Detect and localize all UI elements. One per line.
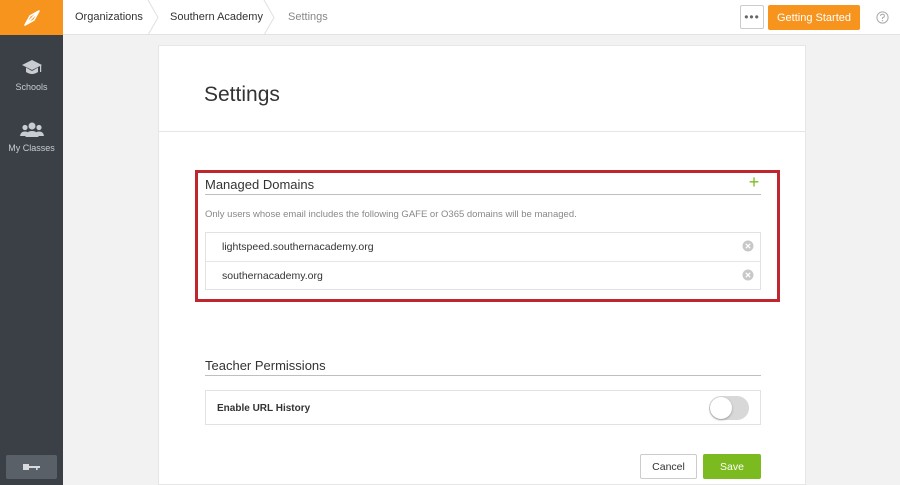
toggle-knob (710, 397, 732, 419)
page-title: Settings (204, 83, 280, 106)
section-rule (205, 194, 761, 195)
help-icon[interactable] (876, 11, 889, 24)
add-domain-icon[interactable]: + (746, 173, 762, 191)
top-bar: Organizations Southern Academy Settings … (63, 0, 900, 35)
managed-domains-title: Managed Domains (205, 177, 315, 192)
title-divider (159, 131, 805, 132)
users-icon (19, 122, 44, 137)
sidebar-item-schools[interactable]: Schools (0, 58, 63, 92)
domain-text: lightspeed.southernacademy.org (222, 241, 374, 253)
app-logo[interactable] (0, 0, 63, 35)
more-options-button[interactable]: ••• (740, 5, 764, 29)
sidebar-item-label: My Classes (8, 143, 55, 153)
sidebar-key-button[interactable] (6, 455, 57, 479)
managed-domains-hint: Only users whose email includes the foll… (205, 209, 577, 220)
url-history-label: Enable URL History (217, 403, 311, 414)
url-history-toggle[interactable] (709, 396, 749, 420)
sidebar-item-my-classes[interactable]: My Classes (0, 121, 63, 153)
list-item: lightspeed.southernacademy.org (206, 233, 760, 261)
breadcrumb-settings: Settings (288, 11, 328, 23)
sidebar-item-label: Schools (15, 82, 48, 92)
key-icon (22, 464, 40, 470)
section-rule (205, 375, 761, 376)
graduation-cap-icon (21, 60, 42, 74)
breadcrumb-organizations[interactable]: Organizations (75, 0, 143, 35)
breadcrumb-separator-icon (263, 0, 275, 35)
compass-logo-icon (23, 9, 40, 26)
remove-domain-icon[interactable] (742, 240, 754, 252)
getting-started-button[interactable]: Getting Started (768, 5, 860, 30)
url-history-setting: Enable URL History (205, 390, 761, 425)
settings-card: Settings Managed Domains + Only users wh… (158, 45, 806, 485)
save-button[interactable]: Save (703, 454, 761, 479)
domain-text: southernacademy.org (222, 270, 323, 282)
sidebar: Schools My Classes (0, 0, 63, 485)
remove-domain-icon[interactable] (742, 269, 754, 281)
teacher-permissions-title: Teacher Permissions (205, 358, 326, 373)
list-item: southernacademy.org (206, 261, 760, 289)
cancel-button[interactable]: Cancel (640, 454, 697, 479)
breadcrumb-separator-icon (147, 0, 159, 35)
domain-list: lightspeed.southernacademy.org southerna… (205, 232, 761, 290)
breadcrumb-southern-academy[interactable]: Southern Academy (170, 0, 263, 35)
